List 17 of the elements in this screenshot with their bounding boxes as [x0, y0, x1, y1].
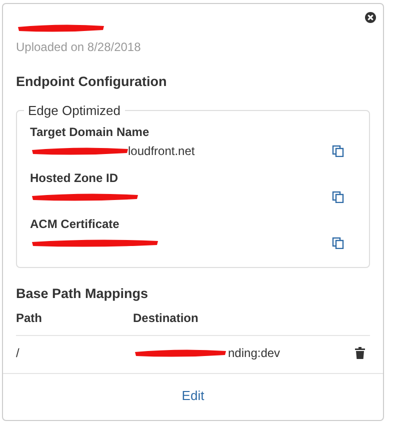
field-label: Hosted Zone ID — [30, 170, 120, 188]
table-cell-text: / — [16, 344, 20, 362]
field-value: loudfront.net — [128, 143, 195, 160]
copy-icon[interactable] — [332, 145, 344, 158]
edit-link[interactable]: Edit — [182, 388, 204, 402]
field-label: ACM Certificate — [30, 216, 120, 234]
field-label: Target Domain Name — [30, 124, 150, 142]
copy-icon[interactable] — [332, 237, 344, 250]
section-heading: Base Path Mappings — [16, 285, 150, 304]
table-cell-text: nding:dev — [228, 344, 280, 362]
column-header: Path — [16, 310, 44, 326]
group-legend: Edge Optimized — [24, 104, 124, 118]
section-heading: Endpoint Configuration — [16, 73, 168, 91]
column-header: Destination — [133, 310, 200, 326]
copy-icon[interactable] — [332, 191, 344, 204]
upload-date: Uploaded on 8/28/2018 — [16, 39, 142, 56]
close-icon[interactable] — [365, 12, 376, 23]
